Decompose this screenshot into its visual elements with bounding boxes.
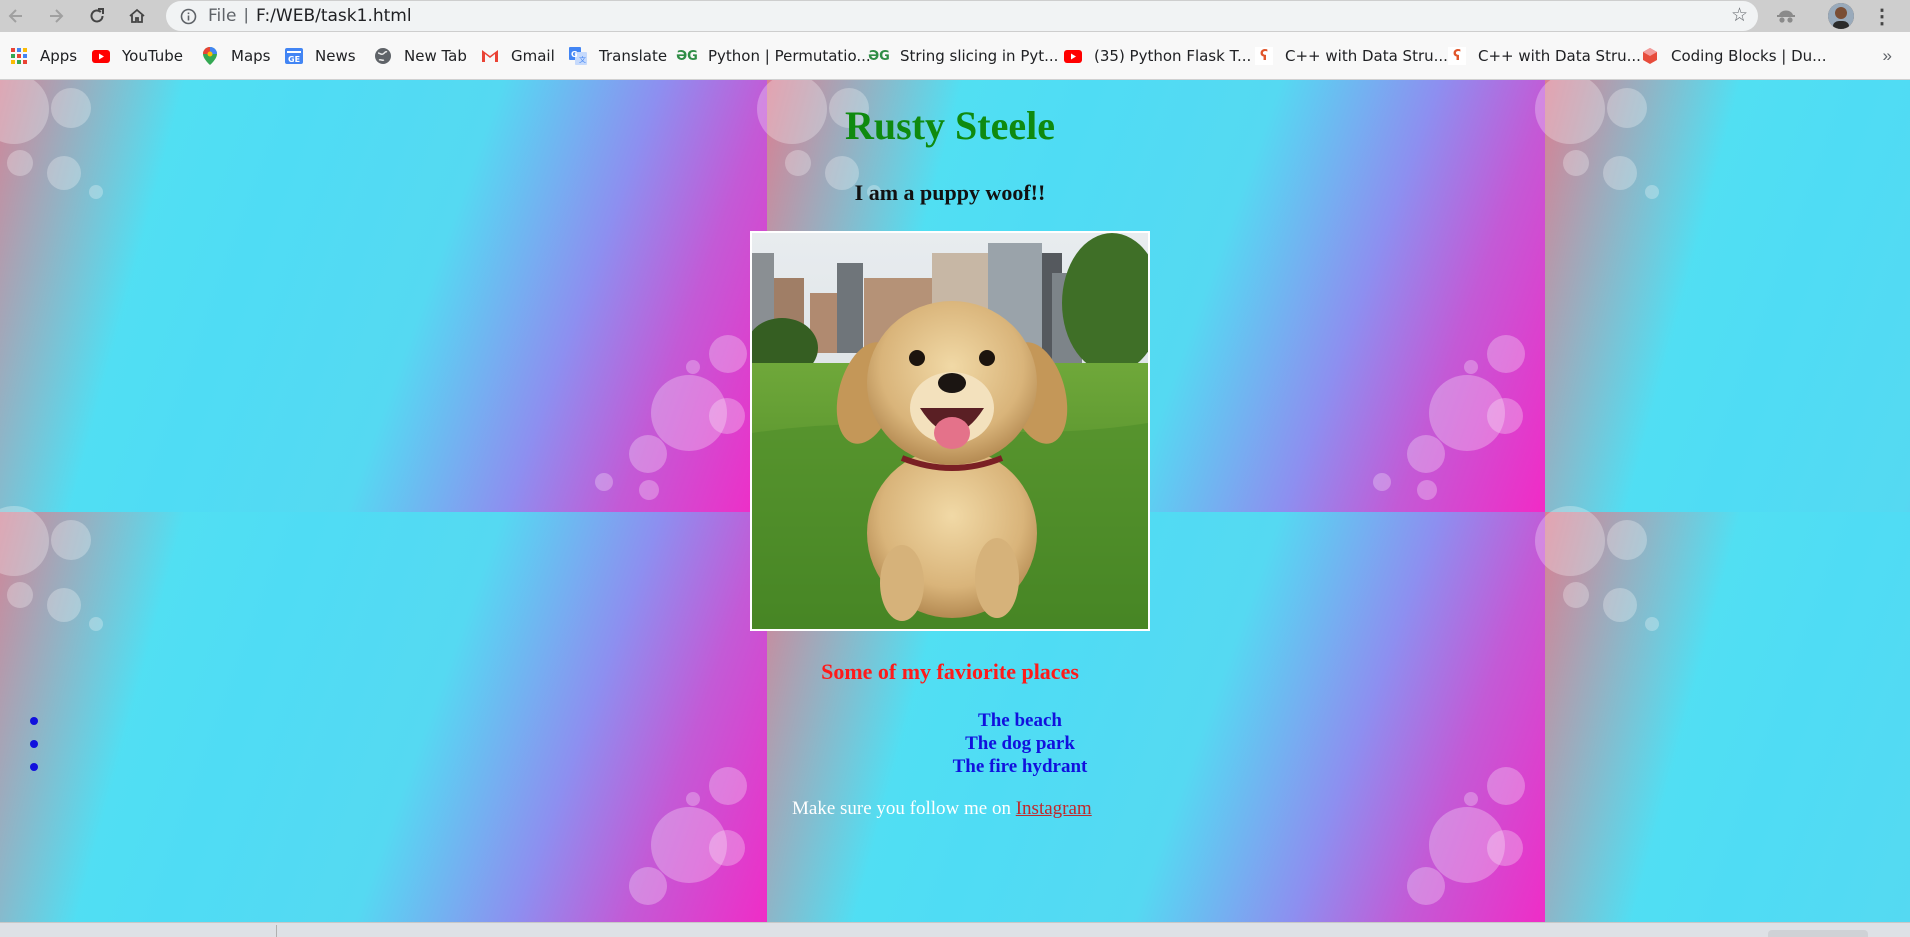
url-text[interactable]: F:/WEB/task1.html [256, 6, 412, 26]
coding-ninjas-icon: ʕ [1448, 47, 1466, 65]
bookmark-translate[interactable]: G文 Translate [569, 44, 667, 68]
coding-ninjas-icon: ʕ [1255, 47, 1273, 65]
bookmark-star-icon[interactable]: ☆ [1731, 6, 1748, 26]
bookmark-maps[interactable]: Maps [201, 44, 270, 68]
place-label: The dog park [965, 733, 1075, 754]
coding-blocks-icon [1641, 47, 1659, 65]
place-label: The beach [978, 710, 1062, 731]
bookmark-coding-blocks[interactable]: Coding Blocks | Du... [1641, 44, 1826, 68]
translate-icon: G文 [569, 47, 587, 65]
bookmark-cpp-dsa-1[interactable]: ʕ C++ with Data Stru... [1255, 44, 1448, 68]
scheme-label: File [208, 6, 237, 26]
bullet-icon [30, 740, 38, 748]
geeksforgeeks-icon: ƏG [868, 48, 890, 64]
bookmark-label: Translate [599, 47, 668, 65]
page-viewport: Rusty Steele I am a puppy woof!! Some of… [0, 80, 1910, 922]
scheme-separator: | [244, 5, 249, 24]
home-icon[interactable] [125, 4, 149, 28]
status-divider [276, 925, 277, 937]
bookmark-label: Apps [40, 47, 78, 65]
reload-icon[interactable] [85, 4, 109, 28]
bookmark-apps[interactable]: Apps [10, 44, 77, 68]
youtube-icon [1064, 47, 1082, 65]
incognito-icon[interactable] [1774, 4, 1798, 28]
status-strip [0, 922, 1910, 937]
svg-text:GE: GE [288, 55, 300, 64]
instagram-link[interactable]: Instagram [1016, 798, 1092, 819]
bookmark-label: News [315, 47, 356, 65]
apps-grid-icon [10, 47, 28, 65]
list-item: The dog park [0, 732, 1910, 755]
browser-toolbar: File | F:/WEB/task1.html ☆ ⋮ [0, 0, 1910, 32]
follow-paragraph: Make sure you follow me on Instagram [792, 798, 1092, 820]
download-shelf-handle [1768, 930, 1868, 937]
bookmark-python-flask[interactable]: (35) Python Flask T... [1064, 44, 1251, 68]
news-icon: GE [285, 47, 303, 65]
bookmark-label: Python | Permutatio... [708, 47, 871, 65]
bullet-icon [30, 717, 38, 725]
profile-avatar[interactable] [1828, 3, 1854, 29]
bookmark-youtube[interactable]: YouTube [92, 44, 183, 68]
bookmark-cpp-dsa-2[interactable]: ʕ C++ with Data Stru... [1448, 44, 1641, 68]
background-tile [0, 80, 767, 512]
bookmark-label: New Tab [404, 47, 467, 65]
bookmark-label: String slicing in Pyt... [900, 47, 1059, 65]
forward-arrow-icon[interactable] [44, 4, 68, 28]
bookmark-label: YouTube [122, 47, 183, 65]
bookmark-label: (35) Python Flask T... [1094, 47, 1252, 65]
svg-text:文: 文 [579, 55, 586, 64]
bookmark-label: Coding Blocks | Du... [1671, 47, 1827, 65]
bookmark-string-slicing[interactable]: ƏG String slicing in Pyt... [868, 44, 1059, 68]
bookmark-news[interactable]: GE News [285, 44, 356, 68]
info-icon[interactable] [180, 8, 197, 30]
follow-text: Make sure you follow me on [792, 798, 1016, 819]
bookmark-label: Maps [231, 47, 271, 65]
globe-icon [374, 47, 392, 65]
puppy-photo [750, 231, 1150, 631]
bullet-icon [30, 763, 38, 771]
bookmark-gmail[interactable]: Gmail [481, 44, 555, 68]
back-arrow-icon[interactable] [4, 4, 28, 28]
chrome-menu-icon[interactable]: ⋮ [1870, 4, 1894, 28]
youtube-icon [92, 47, 110, 65]
bookmarks-overflow-icon[interactable]: » [1883, 46, 1892, 66]
bookmark-label: C++ with Data Stru... [1478, 47, 1641, 65]
address-bar[interactable]: File | F:/WEB/task1.html ☆ [166, 1, 1758, 31]
maps-icon [201, 47, 219, 65]
page-title: Rusty Steele [845, 103, 1055, 148]
place-label: The fire hydrant [952, 756, 1088, 777]
bookmarks-bar: Apps YouTube Maps GE News New Tab Gmail … [0, 32, 1910, 80]
list-item: The fire hydrant [0, 755, 1910, 778]
places-list: The beach The dog park The fire hydrant [0, 709, 1910, 778]
background-tile [1535, 80, 1910, 512]
gmail-icon [481, 47, 499, 65]
bookmark-label: C++ with Data Stru... [1285, 47, 1448, 65]
list-item: The beach [0, 709, 1910, 732]
bookmark-new-tab[interactable]: New Tab [374, 44, 467, 68]
geeksforgeeks-icon: ƏG [676, 48, 698, 64]
page-subtitle: I am a puppy woof!! [854, 180, 1046, 205]
places-heading: Some of my faviorite places [821, 659, 1079, 684]
svg-text:G: G [571, 50, 578, 59]
bookmark-python-permutation[interactable]: ƏG Python | Permutatio... [676, 44, 871, 68]
bookmark-label: Gmail [511, 47, 555, 65]
